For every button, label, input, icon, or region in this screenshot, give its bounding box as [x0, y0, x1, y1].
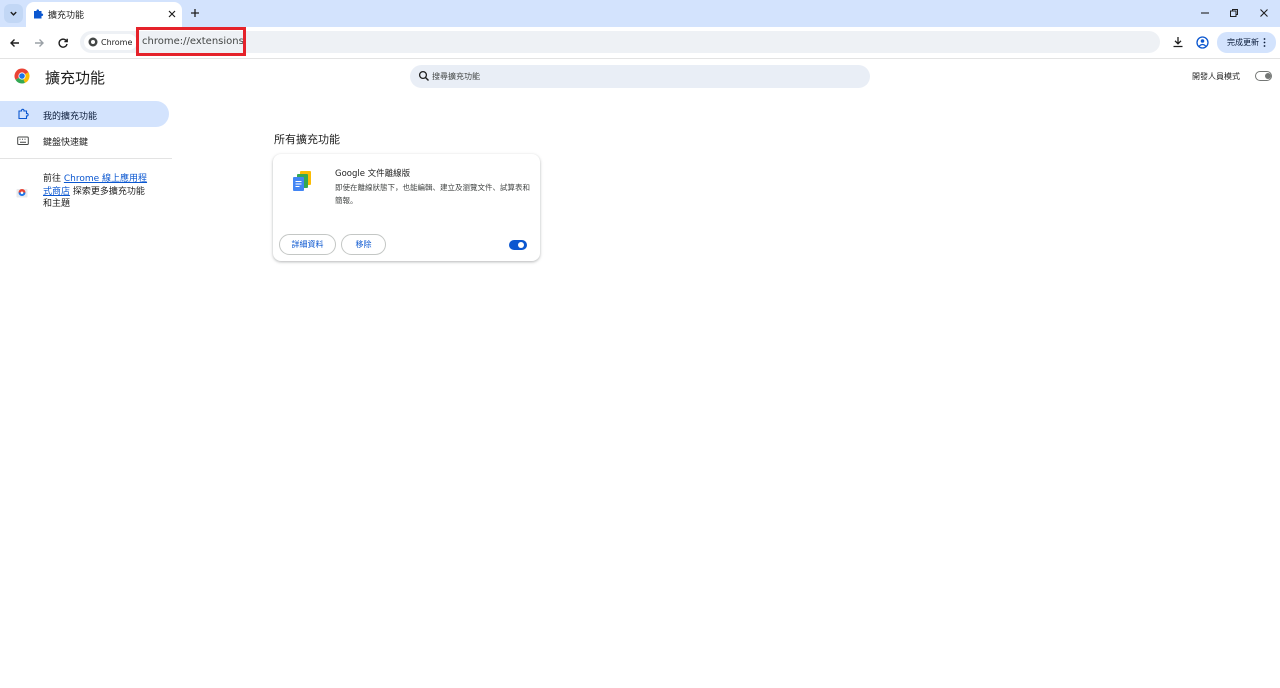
chevron-down-icon — [10, 11, 17, 16]
chrome-logo-icon — [14, 68, 30, 84]
plus-icon — [191, 9, 199, 17]
section-title: 所有擴充功能 — [274, 133, 340, 146]
search-placeholder: 搜尋擴充功能 — [432, 72, 480, 81]
tab-extensions[interactable]: 擴充功能 — [26, 2, 182, 27]
arrow-right-icon — [35, 39, 44, 47]
sidebar-item-label: 我的擴充功能 — [43, 112, 98, 122]
sidebar-item-keyboard-shortcuts[interactable]: 鍵盤快速鍵 — [0, 128, 169, 154]
arrow-left-icon — [10, 39, 19, 47]
keyboard-icon — [16, 134, 30, 148]
reload-icon — [58, 38, 68, 48]
tab-strip: 擴充功能 — [0, 0, 1280, 27]
chrome-logo-icon — [88, 37, 98, 47]
restore-button[interactable] — [1224, 4, 1244, 22]
close-icon — [168, 10, 176, 18]
reload-button[interactable] — [53, 33, 73, 53]
update-button-label: 完成更新 — [1227, 38, 1259, 47]
back-button[interactable] — [5, 33, 25, 53]
restore-icon — [1230, 9, 1238, 17]
details-button[interactable]: 詳細資料 — [279, 234, 336, 255]
extension-card: Google 文件離線版 即使在離線狀態下，也能編輯、建立及瀏覽文件、試算表和簡… — [273, 154, 540, 261]
developer-mode-toggle[interactable] — [1255, 71, 1272, 81]
account-circle-icon — [1195, 35, 1209, 49]
puzzle-icon — [16, 107, 30, 121]
tab-title: 擴充功能 — [48, 11, 85, 21]
close-icon — [1260, 9, 1268, 17]
update-button[interactable]: 完成更新 — [1217, 32, 1276, 53]
more-vert-icon — [1263, 38, 1266, 47]
toggle-knob — [518, 242, 524, 248]
site-info-label: Chrome — [101, 37, 133, 47]
profile-button[interactable] — [1193, 33, 1211, 51]
sidebar-item-label: 鍵盤快速鍵 — [43, 138, 89, 148]
google-docs-offline-icon — [293, 171, 311, 191]
extension-name: Google 文件離線版 — [335, 169, 411, 179]
puzzle-icon — [34, 9, 44, 19]
new-tab-button[interactable] — [187, 5, 203, 21]
sidebar-item-my-extensions[interactable]: 我的擴充功能 — [0, 101, 169, 127]
site-info-chip[interactable]: Chrome — [84, 34, 138, 50]
remove-button[interactable]: 移除 — [341, 234, 386, 255]
chrome-web-store-icon — [16, 189, 28, 198]
download-icon — [1173, 37, 1183, 48]
toolbar: Chrome chrome://extensions 完成更新 — [0, 27, 1280, 59]
url-highlight-box — [136, 27, 246, 56]
web-store-promo: 前往 Chrome 線上應用程式商店 探索更多擴充功能和主題 — [43, 173, 153, 211]
extension-enable-toggle[interactable] — [509, 240, 527, 250]
sidebar-divider — [0, 158, 172, 159]
extension-description: 即使在離線狀態下，也能編輯、建立及瀏覽文件、試算表和簡報。 — [335, 183, 530, 205]
forward-button[interactable] — [29, 33, 49, 53]
minimize-icon — [1201, 12, 1209, 14]
web-store-prefix: 前往 — [43, 174, 64, 184]
tab-search-button[interactable] — [4, 4, 23, 23]
tab-close-button[interactable] — [164, 6, 180, 22]
toggle-knob — [1265, 73, 1271, 79]
search-extensions-input[interactable]: 搜尋擴充功能 — [410, 65, 870, 88]
developer-mode-label: 開發人員模式 — [1192, 72, 1240, 81]
downloads-button[interactable] — [1169, 33, 1187, 51]
close-window-button[interactable] — [1254, 4, 1274, 22]
search-icon — [418, 70, 429, 81]
page-title: 擴充功能 — [45, 69, 106, 87]
minimize-button[interactable] — [1195, 4, 1215, 22]
